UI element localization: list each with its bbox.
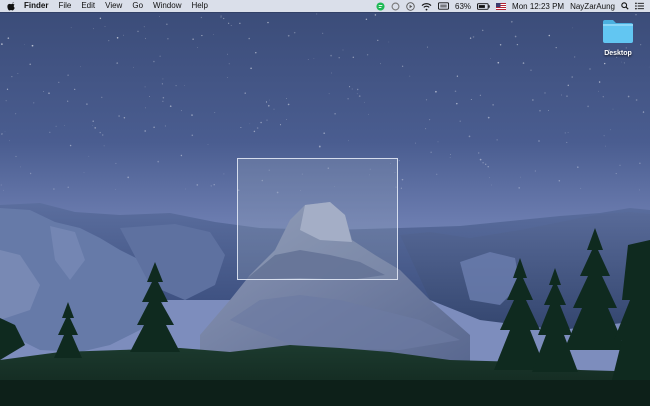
battery-icon[interactable] [477,0,490,12]
user-name[interactable]: NayZarAung [570,0,615,12]
sync-icon[interactable] [391,0,400,12]
wifi-icon[interactable] [421,0,432,12]
menu-bar: Finder File Edit View Go Window Help 63%… [0,0,650,12]
chat-icon[interactable] [376,0,385,12]
menu-view[interactable]: View [100,0,127,12]
menu-file[interactable]: File [53,0,76,12]
selection-rectangle [237,158,398,280]
play-icon[interactable] [406,0,415,12]
menu-window[interactable]: Window [148,0,186,12]
keyboard-icon[interactable] [438,0,450,12]
desktop-folder[interactable]: Desktop [598,18,638,57]
apple-icon[interactable] [0,0,19,12]
menu-help[interactable]: Help [186,0,212,12]
menu-app-name[interactable]: Finder [19,0,53,12]
flag-icon[interactable] [496,0,507,12]
folder-label: Desktop [604,50,632,57]
folder-icon [603,20,633,43]
list-icon[interactable] [635,0,644,12]
battery-percent[interactable]: 63% [455,0,471,12]
menu-edit[interactable]: Edit [76,0,100,12]
menu-go[interactable]: Go [127,0,148,12]
clock[interactable]: Mon 12:23 PM [512,0,564,12]
search-icon[interactable] [621,0,629,12]
